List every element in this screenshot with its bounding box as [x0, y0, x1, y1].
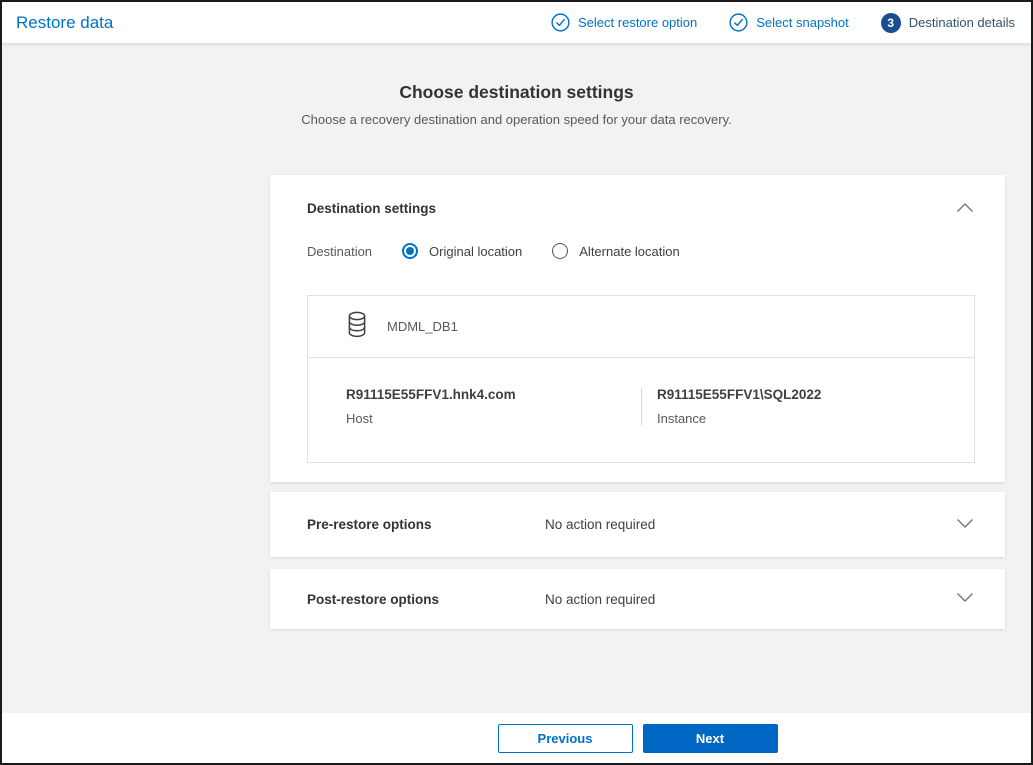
instance-info: R91115E55FFV1\SQL2022 Instance	[641, 387, 822, 426]
host-instance-row: R91115E55FFV1.hnk4.com Host R91115E55FFV…	[308, 358, 974, 462]
radio-unselected-icon	[552, 243, 569, 259]
radio-label: Alternate location	[579, 243, 680, 259]
post-restore-title: Post-restore options	[307, 591, 440, 607]
radio-original-location[interactable]: Original location	[402, 243, 522, 259]
host-value: R91115E55FFV1.hnk4.com	[346, 387, 516, 402]
step-select-snapshot[interactable]: Select snapshot	[729, 13, 849, 32]
destination-radio-group: Destination Original location Alternate …	[307, 243, 975, 259]
pre-restore-options-section[interactable]: Pre-restore options No action required	[270, 492, 1005, 557]
step-number-badge: 3	[880, 12, 901, 33]
content-heading: Choose destination settings	[399, 82, 634, 102]
chevron-down-icon	[955, 590, 975, 608]
post-restore-options-section[interactable]: Post-restore options No action required	[270, 569, 1005, 629]
post-restore-status: No action required	[545, 591, 656, 607]
step-select-restore-option[interactable]: Select restore option	[551, 13, 697, 32]
content-subheading: Choose a recovery destination and operat…	[301, 112, 732, 127]
radio-selected-icon	[402, 243, 419, 259]
previous-button[interactable]: Previous	[497, 723, 633, 753]
host-label: Host	[346, 410, 373, 426]
restore-data-window: Restore data Select restore option Selec…	[0, 0, 1033, 765]
main-content: Choose destination settings Choose a rec…	[2, 43, 1031, 713]
top-bar: Restore data Select restore option Selec…	[2, 2, 1031, 43]
step-label: Destination details	[908, 15, 1015, 30]
destination-settings-title: Destination settings	[307, 201, 437, 216]
footer-bar: Previous Next	[2, 713, 1031, 763]
collapse-section-button[interactable]	[955, 201, 975, 216]
pre-restore-status: No action required	[545, 517, 656, 532]
database-row: MDML_DB1	[308, 296, 974, 358]
content-column: Destination settings Destination Origina…	[270, 175, 1005, 629]
pre-restore-title: Pre-restore options	[307, 517, 432, 532]
step-label: Select restore option	[578, 15, 698, 30]
host-info: R91115E55FFV1.hnk4.com Host	[346, 387, 641, 426]
destination-settings-card: Destination settings Destination Origina…	[270, 175, 1005, 482]
radio-label: Original location	[429, 243, 523, 259]
chevron-up-icon	[955, 201, 975, 216]
wizard-stepper: Select restore option Select snapshot 3 …	[551, 12, 1015, 33]
radio-alternate-location[interactable]: Alternate location	[552, 243, 680, 259]
destination-label: Destination	[307, 243, 373, 259]
database-icon	[346, 311, 368, 343]
footer-buttons: Previous Next	[270, 723, 1005, 753]
step-destination-details[interactable]: 3 Destination details	[880, 12, 1015, 33]
check-circle-icon	[729, 13, 748, 32]
check-circle-icon	[551, 13, 570, 32]
chevron-down-icon	[955, 516, 975, 534]
destination-settings-header: Destination settings	[307, 201, 975, 216]
instance-value: R91115E55FFV1\SQL2022	[657, 387, 822, 402]
instance-label: Instance	[657, 410, 707, 426]
database-details-box: MDML_DB1 R91115E55FFV1.hnk4.com Host R91…	[307, 295, 975, 463]
step-label: Select snapshot	[756, 15, 849, 30]
page-title: Restore data	[16, 13, 114, 32]
next-button[interactable]: Next	[642, 723, 778, 753]
database-name: MDML_DB1	[387, 319, 458, 334]
